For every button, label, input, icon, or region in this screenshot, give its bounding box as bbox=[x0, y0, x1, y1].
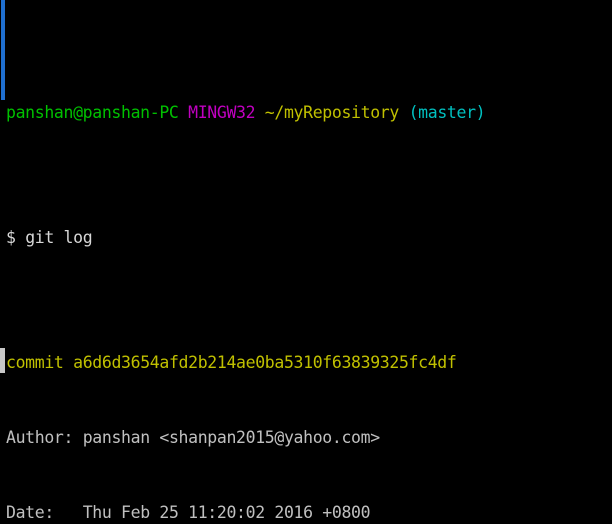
log-author-space bbox=[73, 428, 83, 447]
command-text: git log bbox=[25, 228, 93, 247]
log-date-space bbox=[54, 503, 83, 522]
vertical-scrollbar[interactable] bbox=[0, 0, 5, 524]
scrollbar-track-highlight[interactable] bbox=[0, 348, 5, 373]
terminal-window[interactable]: panshan@panshan-PC MINGW32 ~/myRepositor… bbox=[0, 0, 612, 524]
prompt-symbol: $ bbox=[6, 228, 16, 247]
log-date-value: Thu Feb 25 11:20:02 2016 +0800 bbox=[82, 503, 371, 522]
log-date-line: Date: Thu Feb 25 11:20:02 2016 +0800 bbox=[6, 500, 612, 524]
log-date-label: Date: bbox=[6, 503, 54, 522]
log-author-line: Author: panshan <shanpan2015@yahoo.com> bbox=[6, 425, 612, 450]
prompt-shell-tag: MINGW32 bbox=[188, 103, 256, 122]
prompt-user-host: panshan@panshan-PC bbox=[6, 103, 179, 122]
log-commit-line: commit a6d6d3654afd2b214ae0ba5310f638393… bbox=[6, 350, 612, 375]
command-space bbox=[16, 228, 26, 247]
log-commit-label: commit bbox=[6, 353, 64, 372]
log-commit-hash: a6d6d3654afd2b214ae0ba5310f63839325fc4df bbox=[73, 353, 457, 372]
prompt-path: ~/myRepository bbox=[264, 103, 400, 122]
log-author-value: panshan <shanpan2015@yahoo.com> bbox=[82, 428, 380, 447]
prompt-space-2 bbox=[255, 103, 265, 122]
prompt-space-1 bbox=[179, 103, 189, 122]
terminal-output: panshan@panshan-PC MINGW32 ~/myRepositor… bbox=[6, 0, 612, 524]
command-line-git-log: $ git log bbox=[6, 225, 612, 250]
prompt-branch: (master) bbox=[408, 103, 486, 122]
prompt-space-3 bbox=[399, 103, 409, 122]
log-commit-space bbox=[64, 353, 74, 372]
log-author-label: Author: bbox=[6, 428, 74, 447]
prompt-line: panshan@panshan-PC MINGW32 ~/myRepositor… bbox=[6, 100, 612, 125]
scrollbar-thumb[interactable] bbox=[1, 0, 5, 100]
